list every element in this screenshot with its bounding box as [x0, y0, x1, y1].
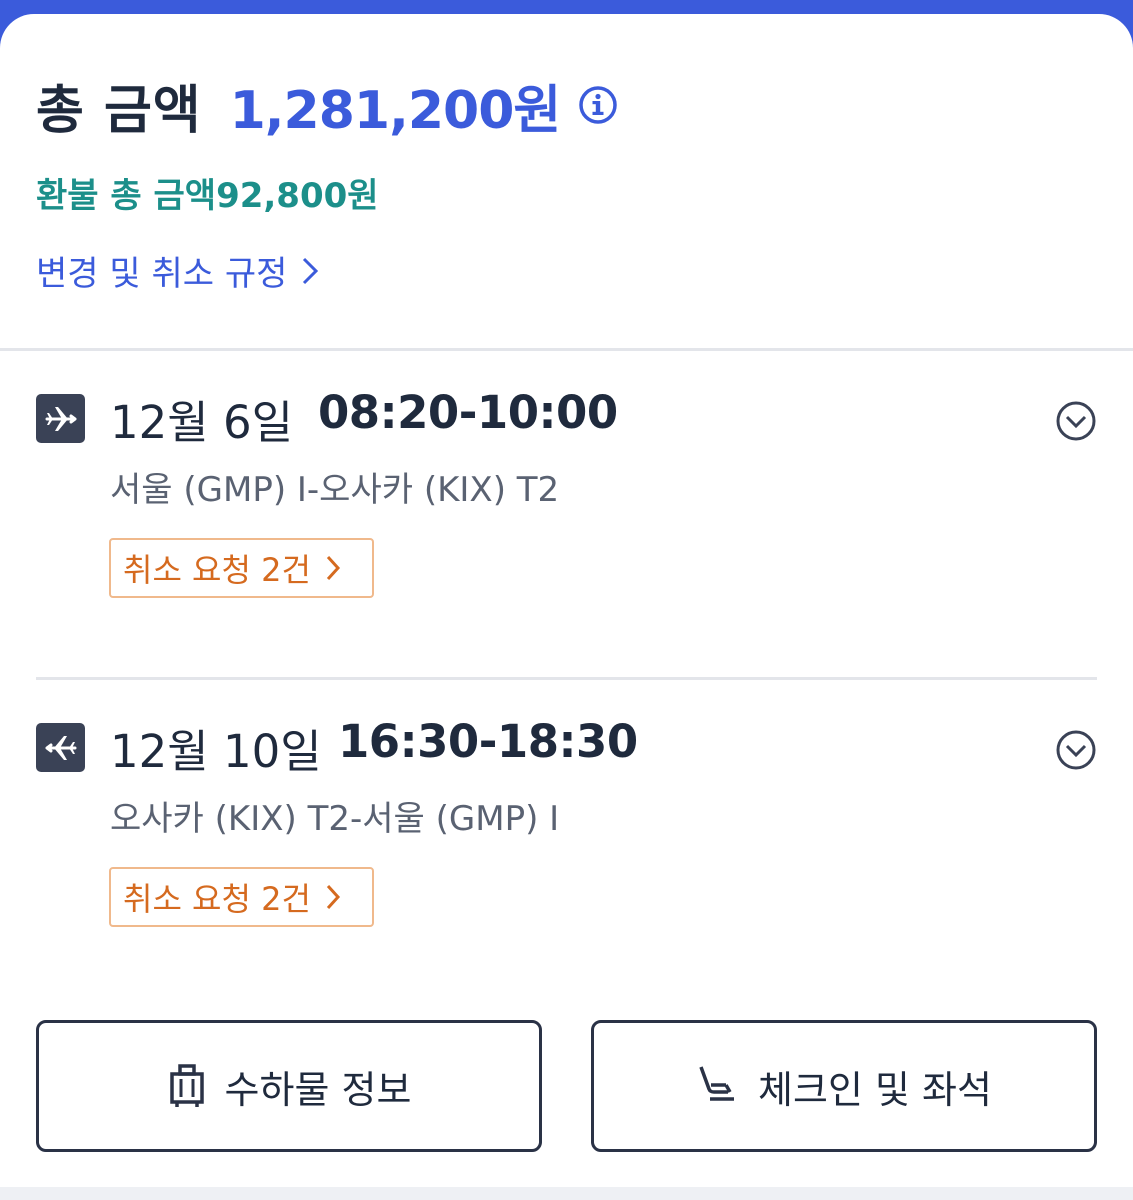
flight-date: 12월 6일 [110, 396, 293, 449]
luggage-icon [169, 1064, 204, 1107]
cancel-request-label: 취소 요청 2건 [123, 880, 311, 918]
flight-segment-return: 12월 10일 16:30-18:30 오사카 (KIX) T2-서울 (GMP… [36, 715, 1097, 953]
total-amount: 1,281,200원 [229, 80, 562, 141]
flight-divider [36, 677, 1097, 680]
checkin-seat-label: 체크인 및 좌석 [758, 1067, 992, 1112]
cancel-request-label: 취소 요청 2건 [123, 551, 311, 589]
flight-route: 서울 (GMP) I-오사카 (KIX) T2 [110, 470, 560, 510]
info-icon[interactable] [578, 85, 618, 125]
total-label: 총 금액 [36, 80, 202, 141]
baggage-info-button[interactable]: 수하물 정보 [36, 1020, 542, 1152]
booking-summary-card: 총 금액 1,281,200원 환불 총 금액92,800원 변경 및 취소 규… [0, 14, 1133, 1200]
chevron-right-icon [326, 884, 340, 910]
flight-time: 08:20-10:00 [318, 386, 618, 439]
baggage-info-label: 수하물 정보 [224, 1067, 412, 1112]
section-divider [0, 348, 1133, 351]
policy-link-label: 변경 및 취소 규정 [36, 254, 288, 294]
chevron-right-icon [326, 555, 340, 581]
change-cancel-policy-link[interactable]: 변경 및 취소 규정 [36, 246, 319, 295]
flight-segment-outbound: 12월 6일 08:20-10:00 서울 (GMP) I-오사카 (KIX) … [36, 386, 1097, 624]
cancel-request-button[interactable]: 취소 요청 2건 [109, 538, 374, 598]
flight-route: 오사카 (KIX) T2-서울 (GMP) I [110, 799, 560, 839]
seat-icon [699, 1066, 735, 1101]
airplane-return-icon [36, 723, 85, 772]
refund-total: 환불 총 금액92,800원 [36, 176, 379, 216]
cancel-request-button[interactable]: 취소 요청 2건 [109, 867, 374, 927]
flight-date: 12월 10일 [110, 725, 322, 778]
chevron-down-circle-icon[interactable] [1055, 729, 1097, 771]
checkin-seat-button[interactable]: 체크인 및 좌석 [591, 1020, 1097, 1152]
flight-time: 16:30-18:30 [338, 715, 638, 768]
total-row: 총 금액 1,281,200원 [36, 70, 618, 141]
airplane-departure-icon [36, 394, 85, 443]
chevron-right-icon [303, 257, 319, 284]
bottom-strip [0, 1187, 1133, 1200]
chevron-down-circle-icon[interactable] [1055, 400, 1097, 442]
